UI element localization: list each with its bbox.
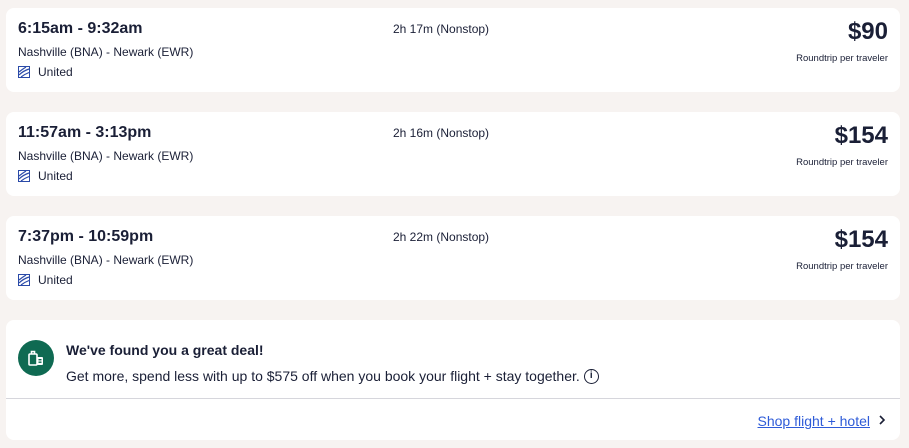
flight-card[interactable]: 11:57am - 3:13pm Nashville (BNA) - Newar… xyxy=(6,112,900,196)
flight-duration: 2h 16m (Nonstop) xyxy=(393,126,490,140)
airline: United xyxy=(18,273,73,287)
shop-link-label[interactable]: Shop flight + hotel xyxy=(758,413,870,429)
flight-route: Nashville (BNA) - Newark (EWR) xyxy=(18,253,194,267)
flight-price: $154 xyxy=(834,226,888,253)
flight-price: $90 xyxy=(847,18,888,45)
flight-duration: 2h 17m (Nonstop) xyxy=(393,22,490,36)
flight-route: Nashville (BNA) - Newark (EWR) xyxy=(18,149,194,163)
deal-title: We've found you a great deal! xyxy=(66,342,264,358)
united-logo-icon xyxy=(18,66,30,78)
price-note: Roundtrip per traveler xyxy=(796,157,888,168)
airline: United xyxy=(18,65,73,79)
deal-description: Get more, spend less with up to $575 off… xyxy=(66,368,599,384)
chevron-right-icon xyxy=(878,413,886,429)
united-logo-icon xyxy=(18,274,30,286)
airline-name: United xyxy=(38,169,73,183)
airline-name: United xyxy=(38,65,73,79)
shop-flight-hotel-link[interactable]: Shop flight + hotel xyxy=(758,413,886,429)
divider xyxy=(6,398,900,399)
deal-banner: We've found you a great deal! Get more, … xyxy=(6,320,900,440)
luggage-icon xyxy=(18,340,54,376)
flight-card[interactable]: 6:15am - 9:32am Nashville (BNA) - Newark… xyxy=(6,8,900,92)
flight-route: Nashville (BNA) - Newark (EWR) xyxy=(18,45,194,59)
flight-duration: 2h 22m (Nonstop) xyxy=(393,230,490,244)
flight-times: 6:15am - 9:32am xyxy=(18,20,143,37)
united-logo-icon xyxy=(18,170,30,182)
airline-name: United xyxy=(38,273,73,287)
deal-text: Get more, spend less with up to $575 off… xyxy=(66,368,580,384)
price-note: Roundtrip per traveler xyxy=(796,261,888,272)
flight-card[interactable]: 7:37pm - 10:59pm Nashville (BNA) - Newar… xyxy=(6,216,900,300)
flight-price: $154 xyxy=(834,122,888,149)
airline: United xyxy=(18,169,73,183)
info-icon[interactable]: i xyxy=(583,368,599,384)
flight-times: 7:37pm - 10:59pm xyxy=(18,228,154,245)
flight-times: 11:57am - 3:13pm xyxy=(18,124,152,141)
price-note: Roundtrip per traveler xyxy=(796,53,888,64)
